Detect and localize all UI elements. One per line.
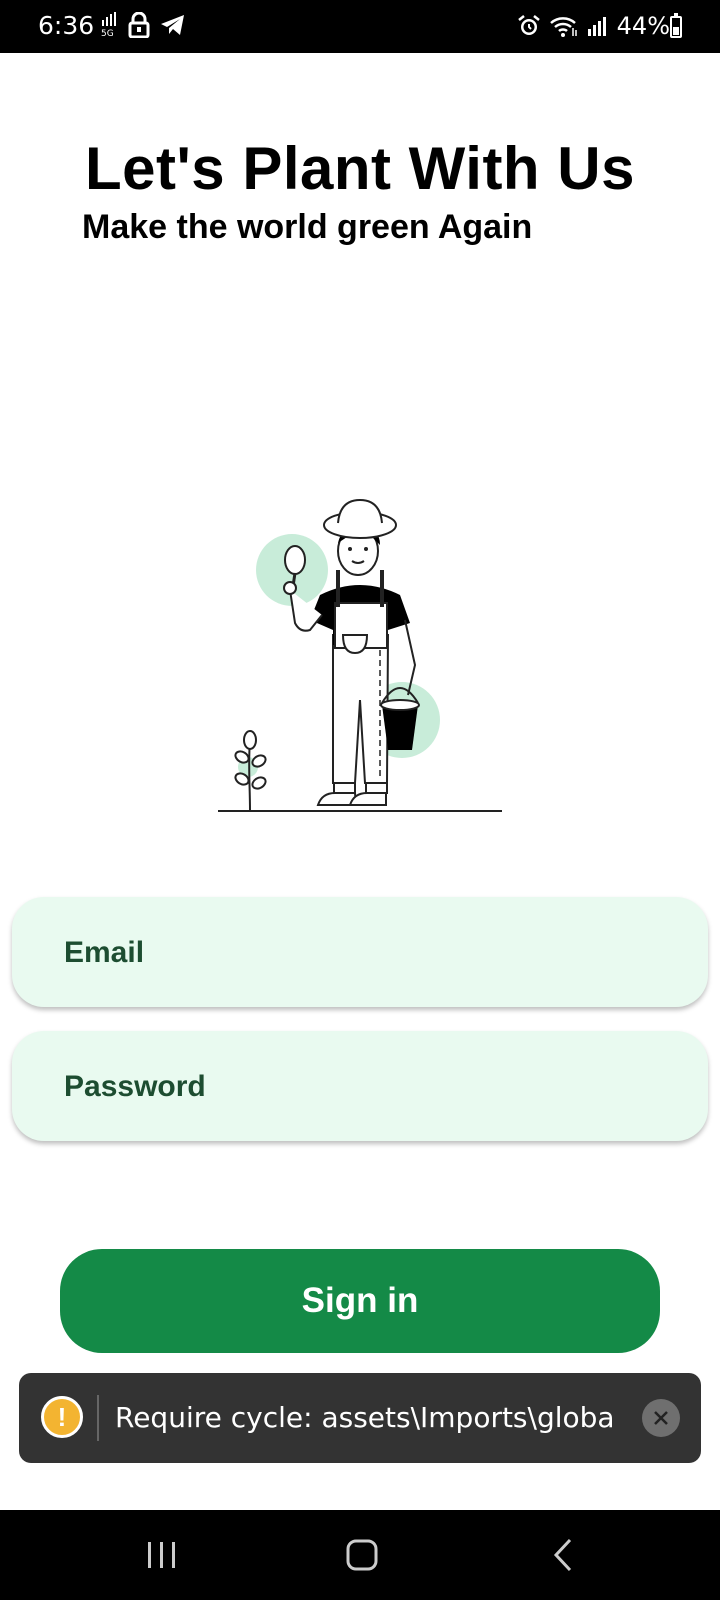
status-left-icons: 5G	[100, 12, 186, 38]
email-field[interactable]	[12, 897, 708, 1009]
status-bar: 6:36 5G 44%	[0, 0, 720, 53]
gardener-illustration	[218, 498, 502, 812]
recents-icon[interactable]	[132, 1528, 192, 1582]
battery-percent: 44%	[616, 12, 670, 40]
close-glyph	[654, 1411, 668, 1425]
telegram-icon	[161, 15, 184, 35]
page-title: Let's Plant With Us	[85, 135, 635, 202]
toast-divider	[97, 1395, 99, 1441]
email-input[interactable]	[62, 897, 666, 1009]
password-input[interactable]	[62, 1031, 666, 1143]
svg-text:5G: 5G	[101, 29, 114, 38]
navigation-bar	[0, 1510, 720, 1600]
warning-icon: !	[41, 1396, 83, 1438]
password-field[interactable]	[12, 1031, 708, 1143]
data-signal-icon: 5G	[101, 12, 116, 38]
battery-fill	[673, 27, 679, 35]
back-icon[interactable]	[534, 1528, 594, 1582]
home-icon[interactable]	[332, 1528, 392, 1582]
toast-message: Require cycle: assets\Imports\globalI...	[115, 1401, 615, 1434]
battery-icon	[670, 13, 682, 38]
alarm-icon	[517, 15, 540, 35]
lock-icon	[128, 12, 150, 38]
close-icon[interactable]	[642, 1399, 680, 1437]
warning-toast[interactable]: ! Require cycle: assets\Imports\globalI.…	[19, 1373, 701, 1463]
sign-in-button[interactable]: Sign in	[60, 1249, 660, 1353]
page-subtitle: Make the world green Again	[82, 208, 533, 246]
status-right-icons: 44%	[517, 12, 670, 40]
status-time: 6:36	[38, 11, 95, 40]
wifi-icon	[549, 17, 577, 37]
signal-icon	[587, 17, 606, 36]
